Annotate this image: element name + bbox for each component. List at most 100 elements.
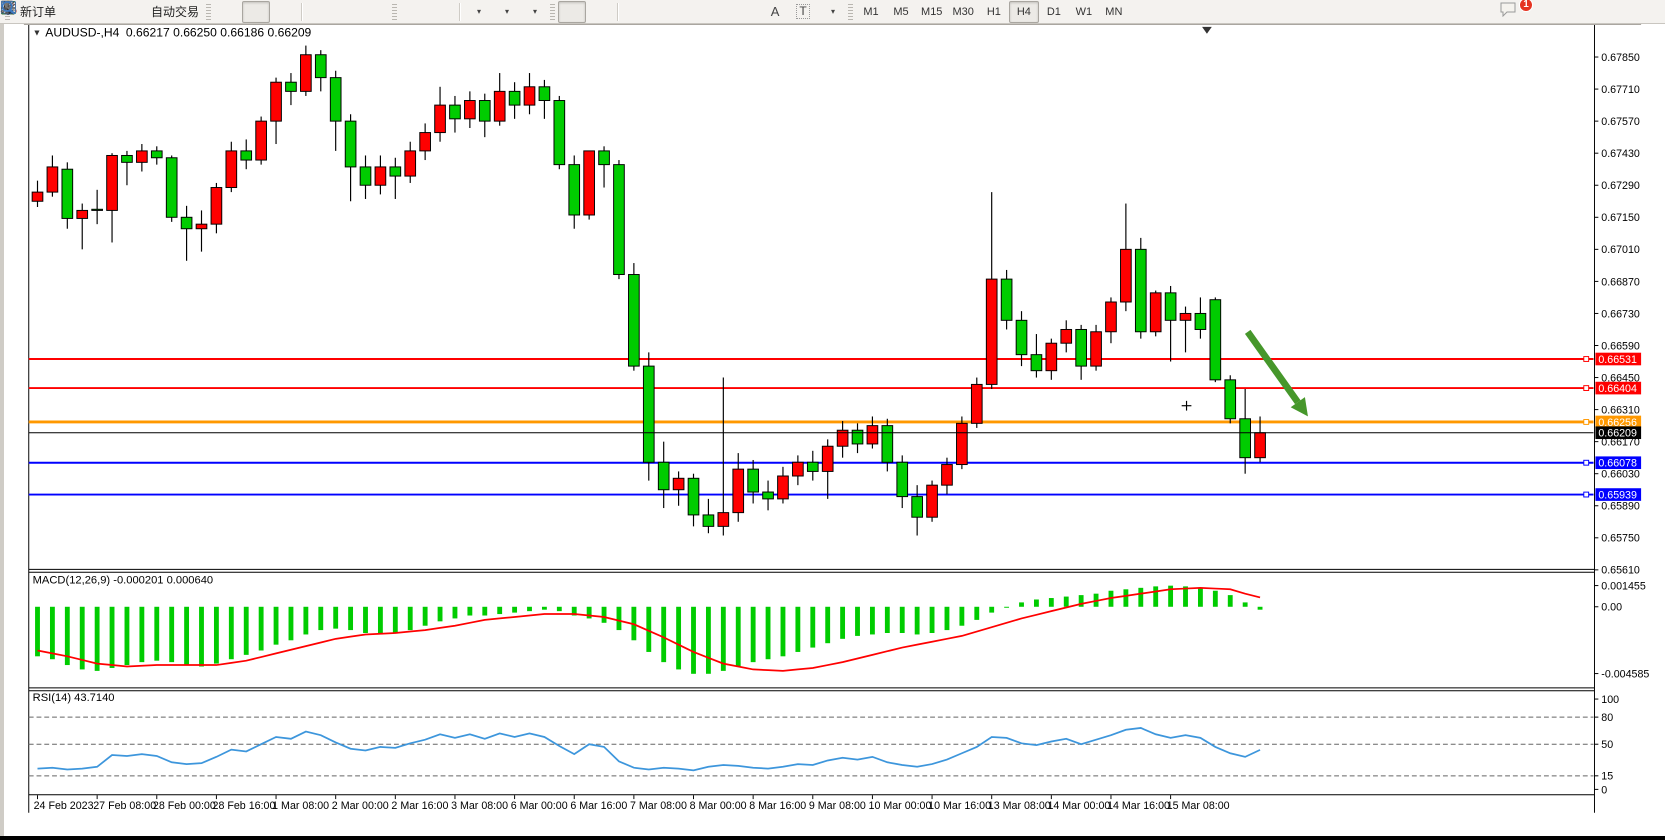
svg-text:0.001455: 0.001455 <box>1601 580 1646 592</box>
horizontal-line[interactable] <box>29 386 1594 391</box>
svg-text:0.65750: 0.65750 <box>1601 533 1640 545</box>
chart-ohlc-values: 0.66217 0.66250 0.66186 0.66209 <box>126 26 312 40</box>
toolbar-grip <box>848 4 853 20</box>
svg-text:0.66404: 0.66404 <box>1598 383 1637 395</box>
timeframe-button-m30[interactable]: M30 <box>947 1 978 23</box>
chat-button[interactable]: 1 <box>1499 1 1527 23</box>
toolbar-separator <box>301 3 302 21</box>
svg-text:50: 50 <box>1601 739 1613 751</box>
time-axis: 24 Feb 202327 Feb 08:0028 Feb 00:0028 Fe… <box>34 795 1230 812</box>
svg-text:-0.004585: -0.004585 <box>1601 668 1649 680</box>
market-watch-button[interactable] <box>88 1 116 23</box>
svg-text:0.67850: 0.67850 <box>1601 52 1640 64</box>
svg-text:14 Mar 16:00: 14 Mar 16:00 <box>1107 800 1170 812</box>
svg-text:7 Mar 08:00: 7 Mar 08:00 <box>630 800 687 812</box>
timeframe-button-m15[interactable]: M15 <box>916 1 947 23</box>
horizontal-line[interactable] <box>29 357 1594 362</box>
periods-button[interactable]: ▾ <box>491 1 519 23</box>
line-chart-mode-button[interactable] <box>270 1 298 23</box>
timeframe-button-mn[interactable]: MN <box>1099 1 1129 23</box>
svg-text:10 Mar 16:00: 10 Mar 16:00 <box>928 800 991 812</box>
down-arrow-annotation[interactable] <box>1248 332 1308 417</box>
svg-text:0.66531: 0.66531 <box>1598 354 1637 366</box>
svg-text:0.67710: 0.67710 <box>1601 84 1640 96</box>
timeframe-button-m1[interactable]: M1 <box>856 1 886 23</box>
tile-windows-button[interactable] <box>361 1 389 23</box>
fibonacci-tool-button[interactable]: F <box>733 1 761 23</box>
templates-button[interactable]: ▾ <box>519 1 547 23</box>
window-bottom-strip <box>0 836 1665 840</box>
chart-window[interactable]: 0.678500.677100.675700.674300.672900.671… <box>0 24 1665 836</box>
svg-text:0.00: 0.00 <box>1601 602 1622 614</box>
svg-text:0.67010: 0.67010 <box>1601 244 1640 256</box>
channel-tool-button[interactable]: E <box>705 1 733 23</box>
search-button[interactable] <box>1471 1 1499 23</box>
chevron-down-icon: ▾ <box>533 7 537 16</box>
rsi-line <box>37 728 1260 770</box>
chevron-down-icon: ▾ <box>831 7 835 16</box>
svg-text:14 Mar 00:00: 14 Mar 00:00 <box>1047 800 1110 812</box>
new-order-label: 新订单 <box>20 3 56 20</box>
vertical-line-tool-button[interactable] <box>621 1 649 23</box>
chart-collapse-marker[interactable]: ▼ <box>33 28 42 38</box>
text-tool-glyph: A <box>771 4 780 19</box>
auto-trading-button[interactable]: 自动交易 <box>144 1 203 23</box>
bar-chart-mode-button[interactable] <box>214 1 242 23</box>
chart-canvas[interactable]: 0.678500.677100.675700.674300.672900.671… <box>0 24 1665 836</box>
candlestick-mode-button[interactable] <box>242 1 270 23</box>
zoom-in-button[interactable] <box>305 1 333 23</box>
svg-text:0.66730: 0.66730 <box>1601 308 1640 320</box>
svg-text:0.67430: 0.67430 <box>1601 148 1640 160</box>
chart-shift-button[interactable] <box>428 1 456 23</box>
timeframe-button-d1[interactable]: D1 <box>1039 1 1069 23</box>
timeframe-button-w1[interactable]: W1 <box>1069 1 1099 23</box>
toolbar-grip <box>392 4 397 20</box>
history-center-button[interactable] <box>60 1 88 23</box>
svg-text:13 Mar 08:00: 13 Mar 08:00 <box>988 800 1051 812</box>
timeframe-button-h1[interactable]: H1 <box>979 1 1009 23</box>
new-order-button[interactable]: 新订单 <box>13 1 60 23</box>
zoom-out-button[interactable] <box>333 1 361 23</box>
svg-text:2 Mar 16:00: 2 Mar 16:00 <box>391 800 448 812</box>
timeframe-button-m5[interactable]: M5 <box>886 1 916 23</box>
svg-text:0.66590: 0.66590 <box>1601 340 1640 352</box>
horizontal-line-tool-button[interactable] <box>649 1 677 23</box>
add-indicator-button[interactable]: ▾ <box>463 1 491 23</box>
svg-text:27 Feb 08:00: 27 Feb 08:00 <box>93 800 156 812</box>
signals-button[interactable] <box>116 1 144 23</box>
trendline-tool-button[interactable] <box>677 1 705 23</box>
chart-symbol-title: AUDUSD-,H4 <box>45 26 119 40</box>
svg-text:3 Mar 08:00: 3 Mar 08:00 <box>451 800 508 812</box>
cursor-tool-button[interactable] <box>558 1 586 23</box>
timeframe-button-h4[interactable]: H4 <box>1009 1 1039 23</box>
label-tool-glyph: T <box>796 4 809 19</box>
window-left-edge <box>0 24 4 840</box>
svg-text:28 Feb 16:00: 28 Feb 16:00 <box>213 800 276 812</box>
macd-pane: 0.001455 0.00 -0.004585 <box>35 580 1649 680</box>
svg-text:6 Mar 00:00: 6 Mar 00:00 <box>511 800 568 812</box>
notifications-wrap: 1 <box>1499 1 1527 23</box>
svg-text:0.66310: 0.66310 <box>1601 404 1640 416</box>
svg-text:9 Mar 08:00: 9 Mar 08:00 <box>809 800 866 812</box>
svg-text:0.66030: 0.66030 <box>1601 469 1640 481</box>
horizontal-line[interactable] <box>29 492 1594 497</box>
horizontal-line[interactable] <box>29 420 1594 425</box>
svg-text:100: 100 <box>1601 694 1619 706</box>
svg-text:1 Mar 08:00: 1 Mar 08:00 <box>272 800 329 812</box>
svg-text:0.67570: 0.67570 <box>1601 116 1640 128</box>
timeframe-group: M1M5M15M30H1H4D1W1MN <box>856 1 1129 23</box>
svg-text:0.66209: 0.66209 <box>1598 428 1637 440</box>
toolbar-separator <box>617 3 618 21</box>
crosshair-cursor <box>1182 401 1192 411</box>
crosshair-tool-button[interactable] <box>586 1 614 23</box>
toolbar-separator <box>459 3 460 21</box>
svg-text:24 Feb 2023: 24 Feb 2023 <box>34 800 94 812</box>
auto-scroll-button[interactable] <box>400 1 428 23</box>
chart-shift-marker[interactable] <box>1202 27 1212 34</box>
text-label-tool-button[interactable]: T <box>789 1 817 23</box>
svg-text:8 Mar 16:00: 8 Mar 16:00 <box>749 800 806 812</box>
rsi-indicator-label: RSI(14) 43.7140 <box>33 692 115 704</box>
chevron-down-icon: ▾ <box>505 7 509 16</box>
arrows-tool-button[interactable]: ▾ <box>817 1 845 23</box>
text-tool-button[interactable]: A <box>761 1 789 23</box>
